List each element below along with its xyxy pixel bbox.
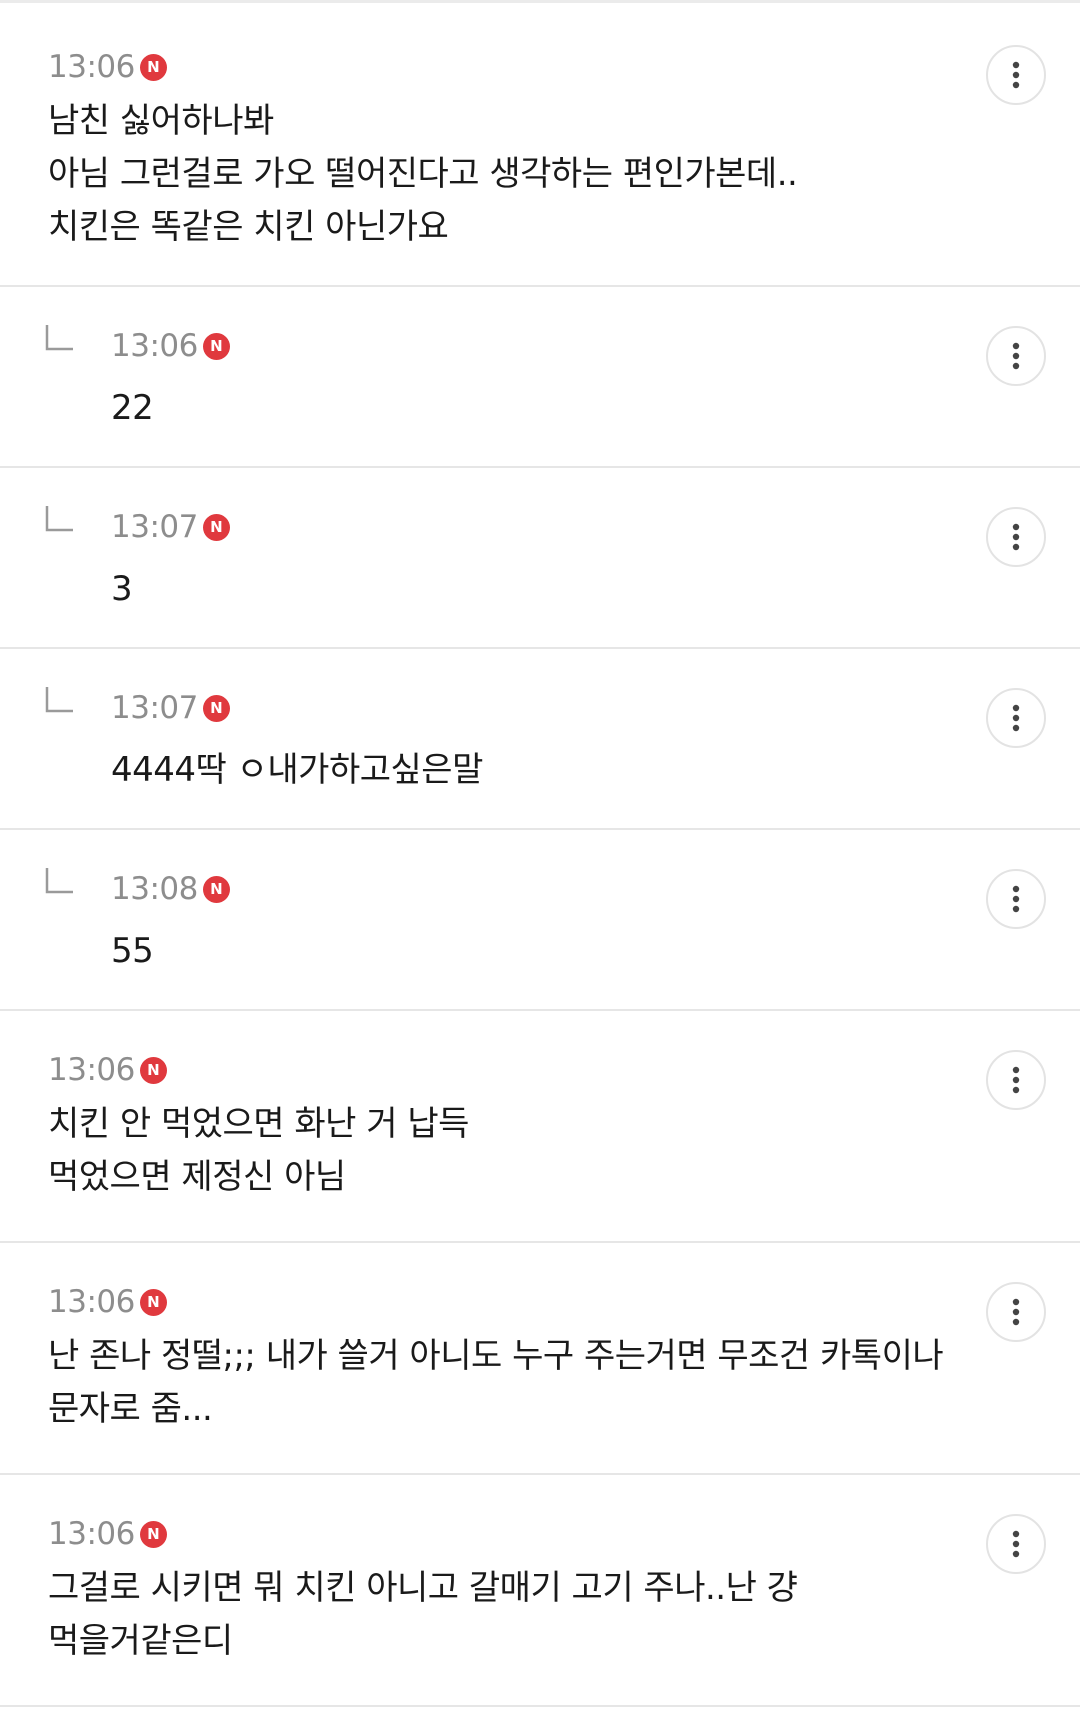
- more-vertical-icon: [1012, 704, 1020, 732]
- more-vertical-icon: [1012, 342, 1020, 370]
- more-options-button[interactable]: [986, 1282, 1046, 1342]
- reply-item: 13:07 N 4444딱 ㅇ내가하고싶은말: [0, 649, 1080, 830]
- new-badge-icon: N: [139, 1056, 167, 1084]
- new-badge-icon: N: [202, 332, 230, 360]
- comment-time: 13:08: [111, 871, 198, 907]
- comment-meta: 13:06 N: [111, 326, 950, 366]
- more-vertical-icon: [1012, 1530, 1020, 1558]
- comment-text: 55: [111, 931, 154, 971]
- comment-time: 13:07: [111, 509, 198, 545]
- more-vertical-icon: [1012, 1298, 1020, 1326]
- new-badge-icon: N: [139, 53, 167, 81]
- reply-item: 13:07 N 3: [0, 468, 1080, 649]
- reply-arrow-icon: [45, 687, 73, 713]
- comment-time: 13:07: [111, 690, 198, 726]
- comment-item: 13:06 N 남친 싫어하나봐 아님 그런걸로 가오 떨어진다고 생각하는 편…: [0, 3, 1080, 287]
- comment-meta: 13:07 N: [111, 688, 950, 728]
- comment-meta: 13:06 N: [48, 1282, 950, 1322]
- new-badge-icon: N: [202, 875, 230, 903]
- comment-item: 13:06 N 난 존나 정떨;;; 내가 쓸거 아니도 누구 주는거면 무조건…: [0, 1243, 1080, 1475]
- comment-item: 13:06 N 그걸로 시키면 뭐 치킨 아니고 갈매기 고기 주나..난 걍 …: [0, 1475, 1080, 1707]
- comment-meta: 13:06 N: [48, 1050, 950, 1090]
- reply-arrow-icon: [45, 868, 73, 894]
- new-badge-icon: N: [202, 513, 230, 541]
- comment-text: 남친 싫어하나봐 아님 그런걸로 가오 떨어진다고 생각하는 편인가본데.. 치…: [48, 101, 798, 247]
- reply-arrow-icon: [45, 506, 73, 532]
- comment-text: 4444딱 ㅇ내가하고싶은말: [111, 750, 483, 790]
- more-vertical-icon: [1012, 61, 1020, 89]
- more-options-button[interactable]: [986, 1050, 1046, 1110]
- more-options-button[interactable]: [986, 869, 1046, 929]
- more-vertical-icon: [1012, 523, 1020, 551]
- more-options-button[interactable]: [986, 1514, 1046, 1574]
- comment-time: 13:06: [48, 1516, 135, 1552]
- comment-time: 13:06: [48, 49, 135, 85]
- more-options-button[interactable]: [986, 45, 1046, 105]
- comment-text: 치킨 안 먹었으면 화난 거 납득 먹었으면 제정신 아님: [48, 1104, 469, 1197]
- comment-time: 13:06: [48, 1284, 135, 1320]
- comment-text: 그걸로 시키면 뭐 치킨 아니고 갈매기 고기 주나..난 걍 먹을거같은디: [48, 1568, 798, 1661]
- comment-text: 3: [111, 569, 133, 609]
- comment-item: 13:06 N 치킨 안 먹었으면 화난 거 납득 먹었으면 제정신 아님: [0, 1011, 1080, 1243]
- reply-arrow-icon: [45, 325, 73, 351]
- more-options-button[interactable]: [986, 688, 1046, 748]
- comment-time: 13:06: [48, 1052, 135, 1088]
- comment-meta: 13:06 N: [48, 1514, 950, 1554]
- reply-item: 13:06 N 22: [0, 287, 1080, 468]
- new-badge-icon: N: [202, 694, 230, 722]
- comment-time: 13:06: [111, 328, 198, 364]
- comment-meta: 13:08 N: [111, 869, 950, 909]
- new-badge-icon: N: [139, 1288, 167, 1316]
- more-options-button[interactable]: [986, 507, 1046, 567]
- new-badge-icon: N: [139, 1520, 167, 1548]
- comment-text: 난 존나 정떨;;; 내가 쓸거 아니도 누구 주는거면 무조건 카톡이나 문자…: [48, 1336, 944, 1429]
- comment-meta: 13:06 N: [48, 47, 950, 87]
- more-options-button[interactable]: [986, 326, 1046, 386]
- comment-text: 22: [111, 388, 154, 428]
- reply-item: 13:08 N 55: [0, 830, 1080, 1011]
- comment-meta: 13:07 N: [111, 507, 950, 547]
- more-vertical-icon: [1012, 1066, 1020, 1094]
- more-vertical-icon: [1012, 885, 1020, 913]
